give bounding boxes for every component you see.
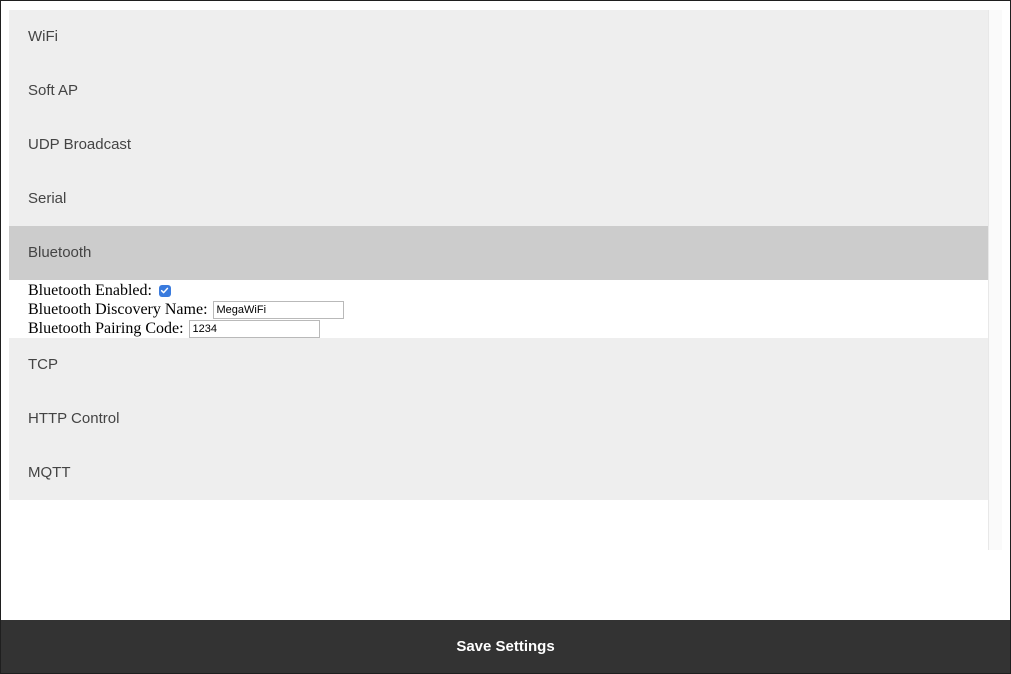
bluetooth-enabled-row: Bluetooth Enabled: [28, 281, 988, 300]
save-settings-button[interactable]: Save Settings [436, 630, 574, 663]
section-http-control[interactable]: HTTP Control [9, 392, 988, 446]
bluetooth-panel: Bluetooth Enabled: Bluetooth Discovery N… [9, 280, 988, 338]
bluetooth-enabled-label: Bluetooth Enabled: [28, 282, 152, 299]
section-udp-broadcast[interactable]: UDP Broadcast [9, 118, 988, 172]
section-wifi[interactable]: WiFi [9, 10, 988, 64]
bluetooth-discovery-name-input[interactable] [212, 300, 344, 319]
bluetooth-enabled-checkbox[interactable] [158, 284, 171, 297]
bluetooth-discovery-name-row: Bluetooth Discovery Name: [28, 300, 988, 319]
checkmark-icon [161, 287, 169, 294]
bluetooth-pairing-code-label: Bluetooth Pairing Code: [28, 320, 184, 337]
settings-window: WiFi Soft AP UDP Broadcast Serial Blueto… [0, 0, 1011, 674]
scrollbar[interactable] [988, 10, 1002, 550]
bluetooth-pairing-code-input[interactable] [188, 319, 320, 338]
bluetooth-discovery-name-label: Bluetooth Discovery Name: [28, 301, 208, 318]
section-mqtt[interactable]: MQTT [9, 446, 988, 500]
bluetooth-pairing-code-row: Bluetooth Pairing Code: [28, 319, 988, 338]
footer-bar: Save Settings [1, 620, 1010, 673]
section-tcp[interactable]: TCP [9, 338, 988, 392]
settings-accordion: WiFi Soft AP UDP Broadcast Serial Blueto… [9, 10, 988, 500]
section-bluetooth[interactable]: Bluetooth [9, 226, 988, 280]
section-serial[interactable]: Serial [9, 172, 988, 226]
section-soft-ap[interactable]: Soft AP [9, 64, 988, 118]
